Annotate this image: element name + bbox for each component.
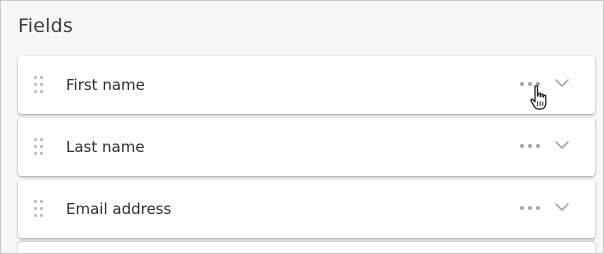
field-item-first-name[interactable]: First name: [18, 56, 595, 114]
more-options-icon[interactable]: [520, 142, 542, 150]
field-label: Email address: [66, 200, 172, 218]
drag-handle-icon[interactable]: [34, 138, 44, 156]
field-list: First name Last name Email address: [18, 56, 595, 253]
chevron-down-icon[interactable]: [554, 200, 570, 214]
section-title: Fields: [18, 15, 73, 37]
field-item-email-address[interactable]: Email address: [18, 180, 595, 238]
more-options-icon[interactable]: [520, 204, 542, 212]
fields-panel: Fields First name Last name Email addres…: [0, 0, 604, 254]
drag-handle-icon[interactable]: [34, 76, 44, 94]
chevron-down-icon[interactable]: [554, 76, 570, 90]
field-item-last-name[interactable]: Last name: [18, 118, 595, 176]
field-label: Last name: [66, 138, 145, 156]
drag-handle-icon[interactable]: [34, 200, 44, 218]
field-label: First name: [66, 76, 145, 94]
hand-pointer-cursor-icon: [530, 85, 547, 110]
chevron-down-icon[interactable]: [554, 138, 570, 152]
field-item-partial[interactable]: [18, 242, 595, 253]
